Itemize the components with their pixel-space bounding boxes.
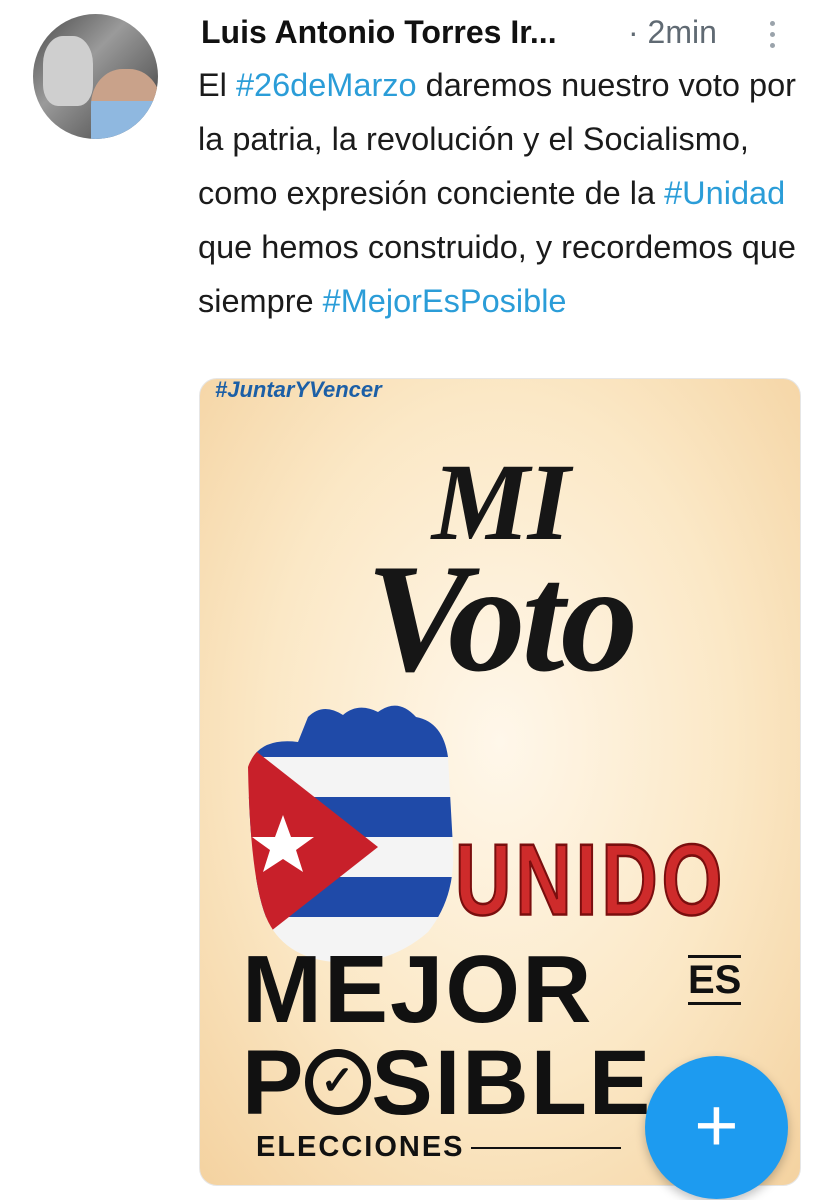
author-name[interactable]: Luis Antonio Torres Ir... <box>201 14 557 51</box>
image-title-voto: Voto <box>365 532 638 704</box>
hashtag-unidad[interactable]: #Unidad <box>664 175 785 211</box>
tweet-text: El #26deMarzo daremos nuestro voto por l… <box>198 58 808 328</box>
image-text-posible: P ✓ SIBLE <box>242 1031 652 1136</box>
avatar-photo-person <box>91 69 158 139</box>
author-avatar[interactable] <box>33 14 158 139</box>
cuban-flag-fist-icon <box>248 705 454 963</box>
posible-letter-p: P <box>242 1032 306 1134</box>
hashtag-26demarzo[interactable]: #26deMarzo <box>236 67 417 103</box>
check-circle-icon: ✓ <box>305 1048 372 1115</box>
tweet-text-segment: El <box>198 67 236 103</box>
elecciones-rule <box>470 1147 621 1150</box>
image-text-mejor: MEJOR <box>242 936 594 1043</box>
hashtag-mejoresposible[interactable]: #MejorEsPosible <box>323 283 567 319</box>
image-text-es: ES <box>688 955 742 1005</box>
plus-icon: + <box>694 1083 739 1168</box>
posible-rest: SIBLE <box>371 1032 653 1134</box>
more-options-icon[interactable] <box>766 18 778 54</box>
image-hashtag-text: #JuntarYVencer <box>215 378 382 402</box>
compose-tweet-button[interactable]: + <box>645 1056 788 1199</box>
tweet-header: Luis Antonio Torres Ir... · 2min <box>201 12 801 57</box>
tweet-timestamp[interactable]: · 2min <box>628 14 717 51</box>
avatar-photo-figure <box>43 36 93 106</box>
image-text-unido: UNIDO <box>454 821 727 938</box>
elecciones-label: ELECCIONES <box>256 1131 465 1163</box>
image-text-elecciones: ELECCIONES <box>256 1131 621 1164</box>
